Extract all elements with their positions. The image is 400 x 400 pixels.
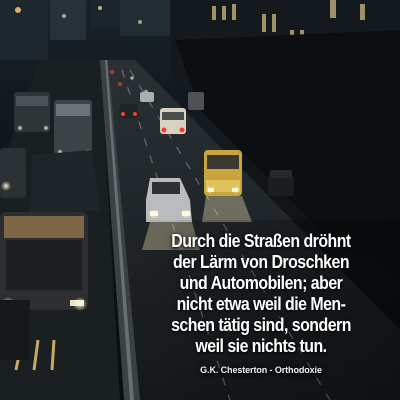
photo-quote-card: Durch die Straßen dröhnt der Lärm von Dr…	[0, 0, 400, 400]
quote-line: nicht etwa weil die Men-	[176, 293, 346, 314]
quote-line: und Automobilen; aber	[179, 272, 343, 293]
quote-block: Durch die Straßen dröhnt der Lärm von Dr…	[128, 230, 394, 375]
quote-line: der Lärm von Droschken	[172, 251, 350, 272]
quote-line: Durch die Straßen dröhnt	[171, 230, 351, 251]
quote-line: weil sie nichts tun.	[195, 335, 327, 356]
quote-attribution: G.K. Chesterton - Orthodoxie	[200, 365, 322, 375]
quote-line: schen tätig sind, sondern	[171, 314, 351, 335]
